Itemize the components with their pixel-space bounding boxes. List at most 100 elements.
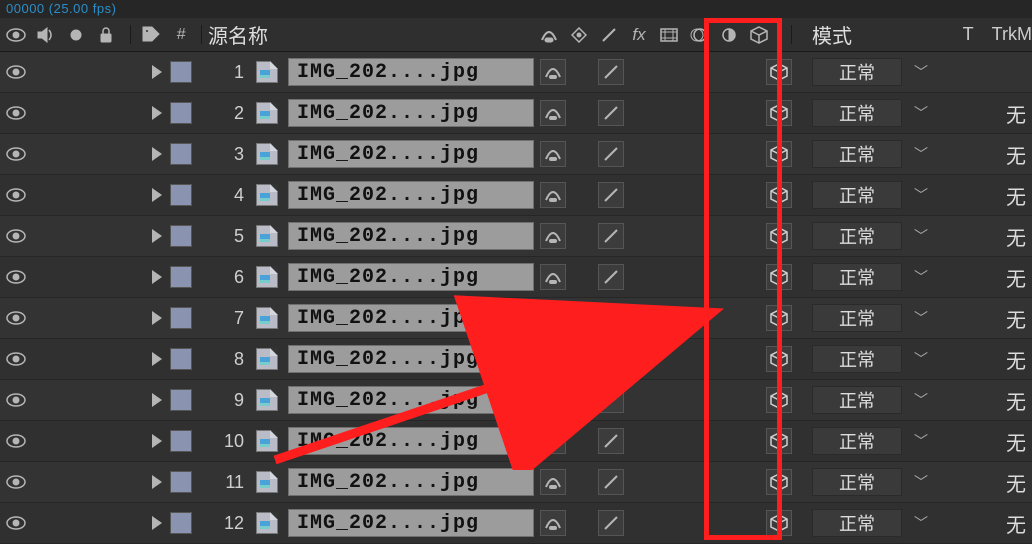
lock-icon[interactable] bbox=[96, 24, 116, 46]
layer-source-name[interactable]: IMG_202....jpg bbox=[288, 181, 534, 209]
eye-icon[interactable] bbox=[6, 266, 26, 288]
chevron-down-icon[interactable]: ﹀ bbox=[914, 144, 928, 164]
blend-mode-select[interactable]: 正常 bbox=[812, 222, 902, 250]
shy-toggle[interactable] bbox=[540, 305, 566, 331]
eye-icon[interactable] bbox=[6, 102, 26, 124]
3d-toggle[interactable] bbox=[766, 182, 792, 208]
eye-icon[interactable] bbox=[6, 430, 26, 452]
quality-toggle[interactable] bbox=[598, 305, 624, 331]
shy-toggle[interactable] bbox=[540, 182, 566, 208]
blend-mode-select[interactable]: 正常 bbox=[812, 304, 902, 332]
twirl-icon[interactable] bbox=[152, 270, 162, 284]
frame-blend-icon[interactable] bbox=[659, 24, 679, 46]
3d-toggle[interactable] bbox=[766, 346, 792, 372]
layer-color-chip[interactable] bbox=[170, 348, 192, 370]
track-matte-header[interactable]: TrkM bbox=[992, 24, 1032, 45]
chevron-down-icon[interactable]: ﹀ bbox=[914, 472, 928, 492]
track-matte-select[interactable]: 无 bbox=[1006, 140, 1032, 169]
layer-source-name[interactable]: IMG_202....jpg bbox=[288, 140, 534, 168]
layer-source-name[interactable]: IMG_202....jpg bbox=[288, 222, 534, 250]
layer-source-name[interactable]: IMG_202....jpg bbox=[288, 58, 534, 86]
eye-icon[interactable] bbox=[6, 471, 26, 493]
twirl-icon[interactable] bbox=[152, 188, 162, 202]
layer-color-chip[interactable] bbox=[170, 102, 192, 124]
blend-mode-select[interactable]: 正常 bbox=[812, 468, 902, 496]
chevron-down-icon[interactable]: ﹀ bbox=[914, 226, 928, 246]
3d-toggle[interactable] bbox=[766, 100, 792, 126]
speaker-icon[interactable] bbox=[36, 24, 56, 46]
layer-row[interactable]: 11 IMG_202....jpg 正常 ﹀ 无 bbox=[0, 462, 1032, 503]
shy-toggle[interactable] bbox=[540, 141, 566, 167]
quality-toggle[interactable] bbox=[598, 59, 624, 85]
layer-source-name[interactable]: IMG_202....jpg bbox=[288, 345, 534, 373]
twirl-icon[interactable] bbox=[152, 434, 162, 448]
blend-mode-select[interactable]: 正常 bbox=[812, 181, 902, 209]
3d-toggle[interactable] bbox=[766, 305, 792, 331]
3d-toggle[interactable] bbox=[766, 141, 792, 167]
shy-toggle[interactable] bbox=[540, 59, 566, 85]
layer-row[interactable]: 10 IMG_202....jpg 正常 ﹀ 无 bbox=[0, 421, 1032, 462]
layer-row[interactable]: 7 IMG_202....jpg 正常 ﹀ 无 bbox=[0, 298, 1032, 339]
shy-icon[interactable] bbox=[539, 24, 559, 46]
layer-color-chip[interactable] bbox=[170, 143, 192, 165]
twirl-icon[interactable] bbox=[152, 311, 162, 325]
layer-row[interactable]: 9 IMG_202....jpg 正常 ﹀ 无 bbox=[0, 380, 1032, 421]
quality-toggle[interactable] bbox=[598, 141, 624, 167]
layer-row[interactable]: 3 IMG_202....jpg 正常 ﹀ 无 bbox=[0, 134, 1032, 175]
layer-row[interactable]: 1 IMG_202....jpg 正常 ﹀ bbox=[0, 52, 1032, 93]
blend-mode-select[interactable]: 正常 bbox=[812, 140, 902, 168]
layer-source-name[interactable]: IMG_202....jpg bbox=[288, 427, 534, 455]
shy-toggle[interactable] bbox=[540, 346, 566, 372]
layer-row[interactable]: 4 IMG_202....jpg 正常 ﹀ 无 bbox=[0, 175, 1032, 216]
3d-toggle[interactable] bbox=[766, 428, 792, 454]
eye-icon[interactable] bbox=[6, 512, 26, 534]
quality-toggle[interactable] bbox=[598, 510, 624, 536]
layer-row[interactable]: 5 IMG_202....jpg 正常 ﹀ 无 bbox=[0, 216, 1032, 257]
chevron-down-icon[interactable]: ﹀ bbox=[914, 308, 928, 328]
chevron-down-icon[interactable]: ﹀ bbox=[914, 267, 928, 287]
layer-row[interactable]: 8 IMG_202....jpg 正常 ﹀ 无 bbox=[0, 339, 1032, 380]
blend-mode-select[interactable]: 正常 bbox=[812, 509, 902, 537]
layer-color-chip[interactable] bbox=[170, 61, 192, 83]
chevron-down-icon[interactable]: ﹀ bbox=[914, 390, 928, 410]
adjustment-icon[interactable] bbox=[719, 24, 739, 46]
track-matte-select[interactable]: 无 bbox=[1006, 304, 1032, 333]
track-matte-select[interactable]: 无 bbox=[1006, 427, 1032, 456]
eye-icon[interactable] bbox=[6, 143, 26, 165]
3d-toggle[interactable] bbox=[766, 510, 792, 536]
track-matte-select[interactable]: 无 bbox=[1006, 263, 1032, 292]
fx-icon[interactable]: fx bbox=[629, 24, 649, 46]
eye-icon[interactable] bbox=[6, 225, 26, 247]
quality-toggle[interactable] bbox=[598, 223, 624, 249]
number-icon[interactable]: # bbox=[171, 24, 191, 46]
track-matte-select[interactable]: 无 bbox=[1006, 468, 1032, 497]
chevron-down-icon[interactable]: ﹀ bbox=[914, 103, 928, 123]
chevron-down-icon[interactable]: ﹀ bbox=[914, 431, 928, 451]
blend-mode-select[interactable]: 正常 bbox=[812, 263, 902, 291]
quality-icon[interactable] bbox=[599, 24, 619, 46]
layer-color-chip[interactable] bbox=[170, 430, 192, 452]
layer-color-chip[interactable] bbox=[170, 266, 192, 288]
layer-source-name[interactable]: IMG_202....jpg bbox=[288, 263, 534, 291]
3d-layer-icon[interactable] bbox=[749, 24, 769, 46]
motion-blur-icon[interactable] bbox=[689, 24, 709, 46]
layer-color-chip[interactable] bbox=[170, 389, 192, 411]
blend-mode-select[interactable]: 正常 bbox=[812, 58, 902, 86]
shy-toggle[interactable] bbox=[540, 100, 566, 126]
chevron-down-icon[interactable]: ﹀ bbox=[914, 513, 928, 533]
quality-toggle[interactable] bbox=[598, 387, 624, 413]
solo-icon[interactable] bbox=[66, 24, 86, 46]
twirl-icon[interactable] bbox=[152, 147, 162, 161]
layer-source-name[interactable]: IMG_202....jpg bbox=[288, 509, 534, 537]
layer-source-name[interactable]: IMG_202....jpg bbox=[288, 304, 534, 332]
quality-toggle[interactable] bbox=[598, 182, 624, 208]
eye-icon[interactable] bbox=[6, 307, 26, 329]
chevron-down-icon[interactable]: ﹀ bbox=[914, 349, 928, 369]
label-icon[interactable] bbox=[141, 24, 161, 46]
source-name-header[interactable]: 源名称 bbox=[208, 20, 268, 49]
twirl-icon[interactable] bbox=[152, 516, 162, 530]
quality-toggle[interactable] bbox=[598, 469, 624, 495]
track-matte-select[interactable]: 无 bbox=[1006, 181, 1032, 210]
shy-toggle[interactable] bbox=[540, 264, 566, 290]
layer-row[interactable]: 12 IMG_202....jpg 正常 ﹀ 无 bbox=[0, 503, 1032, 544]
